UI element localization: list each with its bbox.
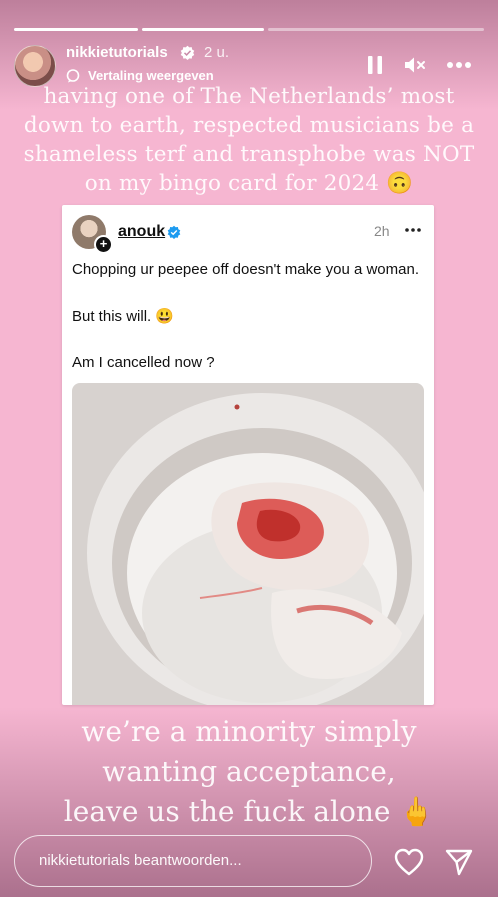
more-horizontal-icon [405, 228, 421, 232]
follow-plus-icon: + [94, 235, 113, 254]
more-horizontal-icon[interactable] [446, 56, 472, 74]
send-icon[interactable] [444, 847, 474, 877]
verified-badge-icon [167, 225, 181, 239]
caption-line: we’re a minority simply [81, 715, 417, 748]
progress-segment [268, 28, 484, 31]
avatar[interactable] [14, 45, 56, 87]
story-caption-top: having one of The Netherlands’ most down… [0, 82, 498, 198]
speech-bubble-icon [66, 69, 80, 83]
caption-line: on my bingo card for 2024 🙃 [84, 171, 414, 196]
progress-segment [14, 28, 138, 31]
speaker-muted-icon[interactable] [404, 56, 426, 74]
pause-icon[interactable] [368, 56, 382, 74]
caption-line: shameless terf and transphobe was NOT [23, 142, 475, 167]
story-header: nikkietutorials 2 u. Vertaling weergeven [14, 42, 484, 87]
story-caption-bottom: we’re a minority simply wanting acceptan… [0, 712, 498, 832]
post-time: 2h [374, 223, 390, 239]
post-text: Am I cancelled now ? [72, 354, 215, 371]
post-time: 2 u. [204, 44, 230, 61]
caption-line: leave us the fuck alone 🖕 [63, 795, 435, 828]
post-text: Chopping ur peepee off doesn't make you … [72, 261, 419, 278]
caption-line: down to earth, respected musicians be a [23, 113, 475, 138]
verified-badge-icon [180, 45, 195, 60]
caption-line: having one of The Netherlands’ most [43, 84, 455, 109]
post-text: But this will. 😃 [72, 308, 175, 325]
username[interactable]: nikkietutorials [66, 44, 168, 61]
reply-placeholder: nikkietutorials beantwoorden... [39, 852, 242, 869]
progress-segment [142, 28, 264, 31]
post-username: anouk [118, 223, 166, 240]
caption-line: wanting acceptance, [102, 755, 396, 788]
embedded-post-screenshot: + anouk 2h Chopping ur peepee off doesn'… [62, 205, 434, 705]
reply-input[interactable]: nikkietutorials beantwoorden... [14, 835, 372, 887]
show-translation-link[interactable]: Vertaling weergeven [88, 68, 214, 83]
heart-icon[interactable] [394, 848, 424, 876]
post-photo [72, 383, 424, 705]
story-progress-bar [14, 28, 484, 31]
